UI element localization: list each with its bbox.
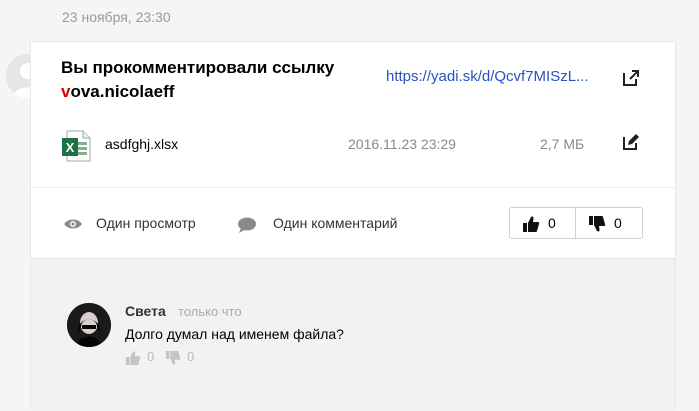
- activity-card: Вы прокомментировали ссылку vova.nicolae…: [30, 41, 676, 411]
- like-button[interactable]: 0: [510, 208, 575, 238]
- excel-file-icon: X: [62, 130, 91, 162]
- thumbs-down-icon: [589, 216, 606, 232]
- edit-icon: [623, 134, 639, 150]
- card-title-user[interactable]: vova.nicolaeff: [61, 80, 334, 104]
- event-date: 23 ноября, 23:30: [62, 9, 171, 25]
- comment-dislike-count: 0: [187, 349, 195, 364]
- comment-bubble-icon: [238, 217, 256, 233]
- dislike-button[interactable]: 0: [576, 208, 642, 238]
- external-link-icon: [623, 70, 639, 86]
- comment-like-count: 0: [147, 349, 155, 364]
- shared-link[interactable]: https://yadi.sk/d/Qcvf7MISzL...: [386, 68, 608, 85]
- thumbs-down-icon: [165, 350, 181, 365]
- comment-author[interactable]: Света: [125, 303, 166, 319]
- thumbs-up-icon: [125, 351, 141, 366]
- file-date: 2016.11.23 23:29: [348, 136, 456, 152]
- card-title-user-rest: ova.nicolaeff: [70, 82, 175, 101]
- dislike-count: 0: [614, 215, 622, 231]
- comments-section: Света только что Долго думал над именем …: [31, 258, 675, 411]
- comments-count[interactable]: Один комментарий: [273, 215, 398, 231]
- card-stats: Один просмотр Один комментарий 0 0: [31, 207, 675, 247]
- file-size: 2,7 МБ: [540, 136, 585, 152]
- card-divider: [31, 187, 675, 188]
- eye-icon: [64, 219, 82, 229]
- profile-photo-icon: [67, 303, 111, 347]
- edit-file-button[interactable]: [621, 132, 641, 157]
- views-count: Один просмотр: [96, 215, 196, 231]
- comment-time: только что: [178, 304, 242, 319]
- svg-text:X: X: [66, 140, 75, 155]
- file-name: asdfghj.xlsx: [105, 136, 179, 152]
- comment-text: Долго думал над именем файла?: [125, 326, 344, 342]
- like-count: 0: [548, 215, 556, 231]
- thumbs-up-icon: [523, 216, 540, 232]
- card-title: Вы прокомментировали ссылку vova.nicolae…: [61, 56, 334, 104]
- comment-avatar[interactable]: [67, 303, 111, 347]
- vote-box: 0 0: [509, 207, 643, 239]
- open-external-button[interactable]: [621, 68, 641, 93]
- file-row[interactable]: X asdfghj.xlsx 2016.11.23 23:29 2,7 МБ: [61, 130, 651, 162]
- card-title-action: Вы прокомментировали ссылку: [61, 58, 335, 77]
